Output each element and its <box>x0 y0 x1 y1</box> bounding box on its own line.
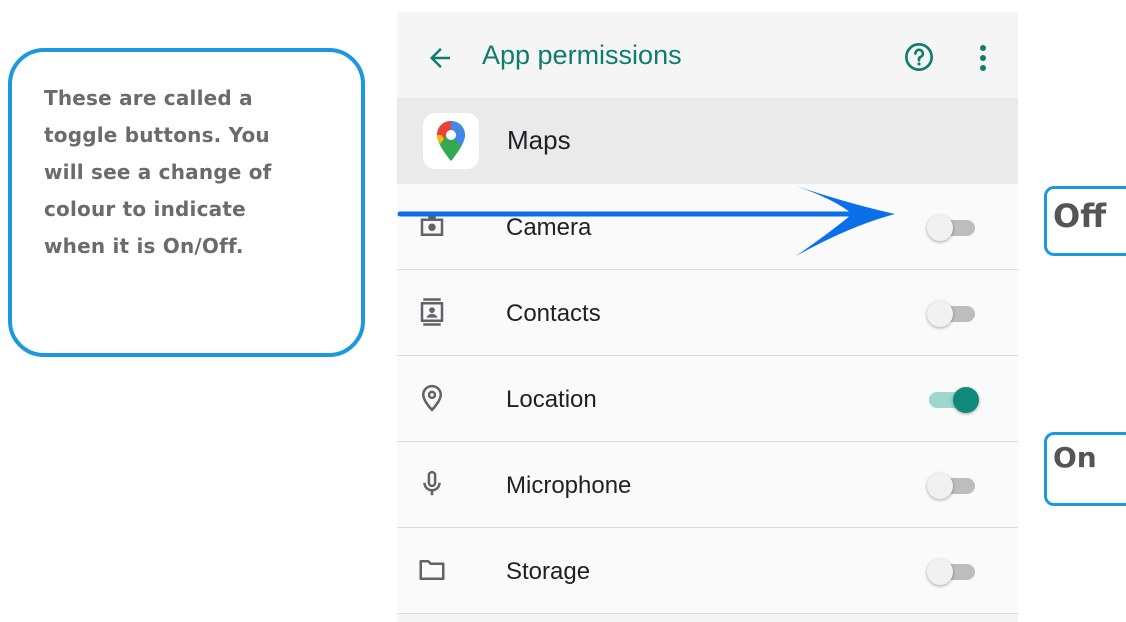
off-annotation: Off <box>1044 186 1126 256</box>
camera-toggle[interactable] <box>927 215 977 241</box>
arrow-left-icon[interactable] <box>425 43 455 73</box>
permission-row-contacts[interactable]: Contacts <box>397 270 1018 356</box>
on-annotation: On <box>1044 432 1126 506</box>
google-maps-logo <box>423 113 479 169</box>
microphone-toggle[interactable] <box>927 473 977 499</box>
permission-row-location[interactable]: Location <box>397 356 1018 442</box>
app-header-row: Maps <box>397 98 1018 184</box>
camera-icon <box>420 216 444 236</box>
more-vert-icon[interactable] <box>977 43 989 73</box>
app-bar: App permissions <box>397 12 1018 98</box>
permission-label: Storage <box>506 558 591 585</box>
app-name: Maps <box>507 125 571 155</box>
permission-label: Microphone <box>506 472 632 499</box>
permission-row-microphone[interactable]: Microphone <box>397 442 1018 528</box>
page-title: App permissions <box>482 40 682 70</box>
location-toggle[interactable] <box>927 387 979 413</box>
folder-icon <box>419 560 445 580</box>
callout-box: These are called a toggle buttons. You w… <box>8 48 365 357</box>
phone-screen: App permissions Maps Camera Contacts Loc… <box>397 12 1018 622</box>
permission-label: Contacts <box>506 300 601 327</box>
location-pin-icon <box>421 384 443 412</box>
contacts-toggle[interactable] <box>927 301 977 327</box>
callout-text: These are called a toggle buttons. You w… <box>44 86 272 258</box>
permission-label: Location <box>506 386 597 413</box>
permission-row-storage[interactable]: Storage <box>397 528 1018 614</box>
storage-toggle[interactable] <box>927 559 977 585</box>
permission-row-camera[interactable]: Camera <box>397 184 1018 270</box>
help-circle-icon[interactable] <box>903 41 935 73</box>
permission-list: Camera Contacts Location Microphone Stor… <box>397 184 1018 614</box>
permission-label: Camera <box>506 214 592 241</box>
microphone-icon <box>423 470 441 496</box>
contacts-icon <box>420 298 444 326</box>
